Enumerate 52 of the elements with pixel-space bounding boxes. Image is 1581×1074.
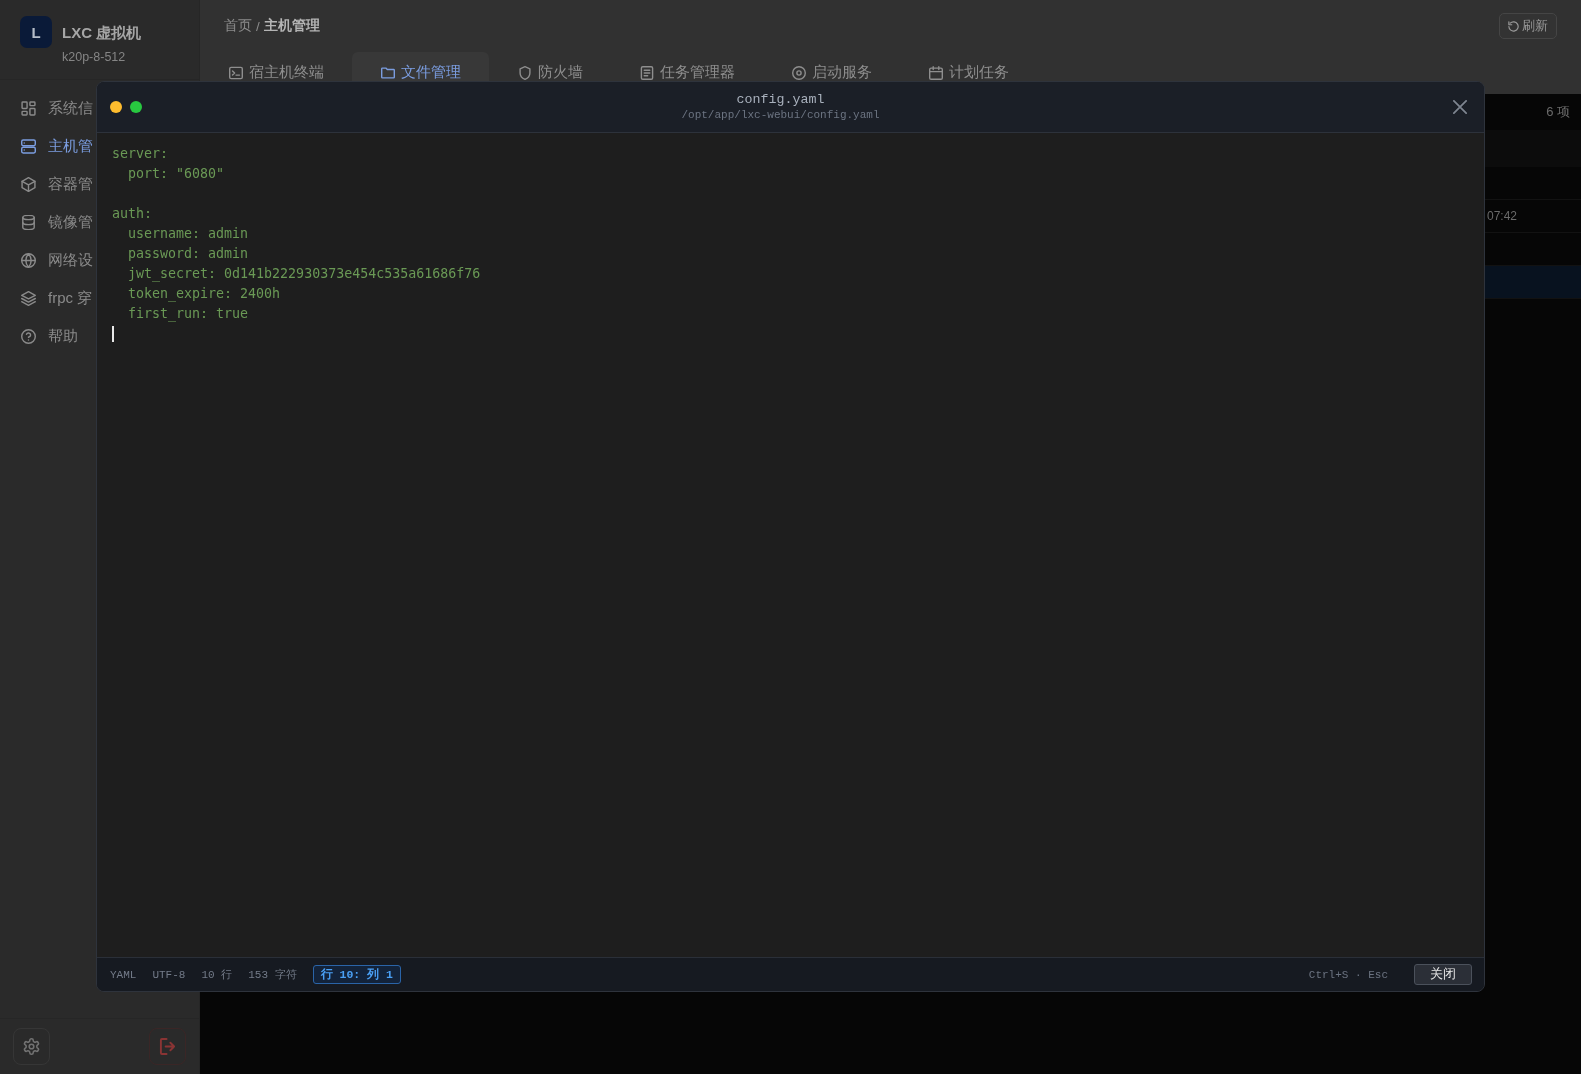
folder-icon [380,65,395,80]
table-cell: 07:42 [1486,209,1517,223]
breadcrumb-current: 主机管理 [263,17,320,35]
sidebar-item[interactable]: frpc 穿 [0,279,97,317]
tab[interactable]: 防火墙 [489,52,611,81]
server-icon [21,138,36,154]
close-button[interactable]: 关闭 [1414,964,1472,985]
app-logo: L [20,16,52,48]
host-name: k20p-8-512 [62,50,126,65]
sidebar-item[interactable]: 容器管 [0,165,97,203]
sidebar-item[interactable]: 主机管 [0,127,97,165]
tab[interactable]: 计划任务 [900,52,1037,81]
shield-icon [517,65,532,80]
logout-icon [159,1038,176,1055]
globe-icon [21,252,36,268]
language-label: YAML [110,968,137,981]
shortcut-hint: Ctrl+S · Esc [1308,968,1388,981]
help-icon [21,328,36,344]
refresh-icon [1508,20,1519,32]
file-path: /opt/app/lxc-webui/config.yaml [681,108,880,122]
close-icon [1453,100,1467,114]
cursor-position-indicator: 行 10: 列 1 [312,965,401,984]
sidebar-item[interactable]: 网络设 [0,241,97,279]
sidebar-item[interactable]: 镜像管 [0,203,97,241]
file-title: config.yaml [736,92,825,108]
settings-icon [23,1038,40,1055]
cube-icon [21,176,36,192]
text-cursor-icon [112,326,114,342]
encoding-label: UTF-8 [152,968,186,981]
breadcrumb-separator: / [256,18,260,34]
calendar-icon [928,65,943,80]
refresh-button[interactable]: 刷新 [1499,13,1557,39]
database-icon [21,214,36,230]
app-title: LXC 虚拟机 [62,24,142,42]
terminal-icon [228,65,243,80]
char-count: 153 字符 [248,968,297,982]
tab[interactable]: 文件管理 [352,52,489,81]
window-control-icon[interactable] [130,101,142,113]
settings-button[interactable] [13,1028,50,1065]
tab[interactable]: 任务管理器 [611,52,763,81]
list-icon [639,65,654,80]
window-control-icon[interactable] [110,101,122,113]
disc-icon [791,65,806,80]
grid-icon [21,100,36,116]
line-count: 10 行 [201,968,233,982]
sidebar-item[interactable]: 帮助 [0,317,82,355]
breadcrumb-link[interactable]: 首页 [224,17,252,35]
item-count: 6 项 [1546,103,1570,121]
tab[interactable]: 启动服务 [763,52,900,81]
tab[interactable]: 宿主机终端 [200,52,352,81]
layers-icon [21,290,36,306]
sidebar-item[interactable]: 系统信 [0,89,97,127]
